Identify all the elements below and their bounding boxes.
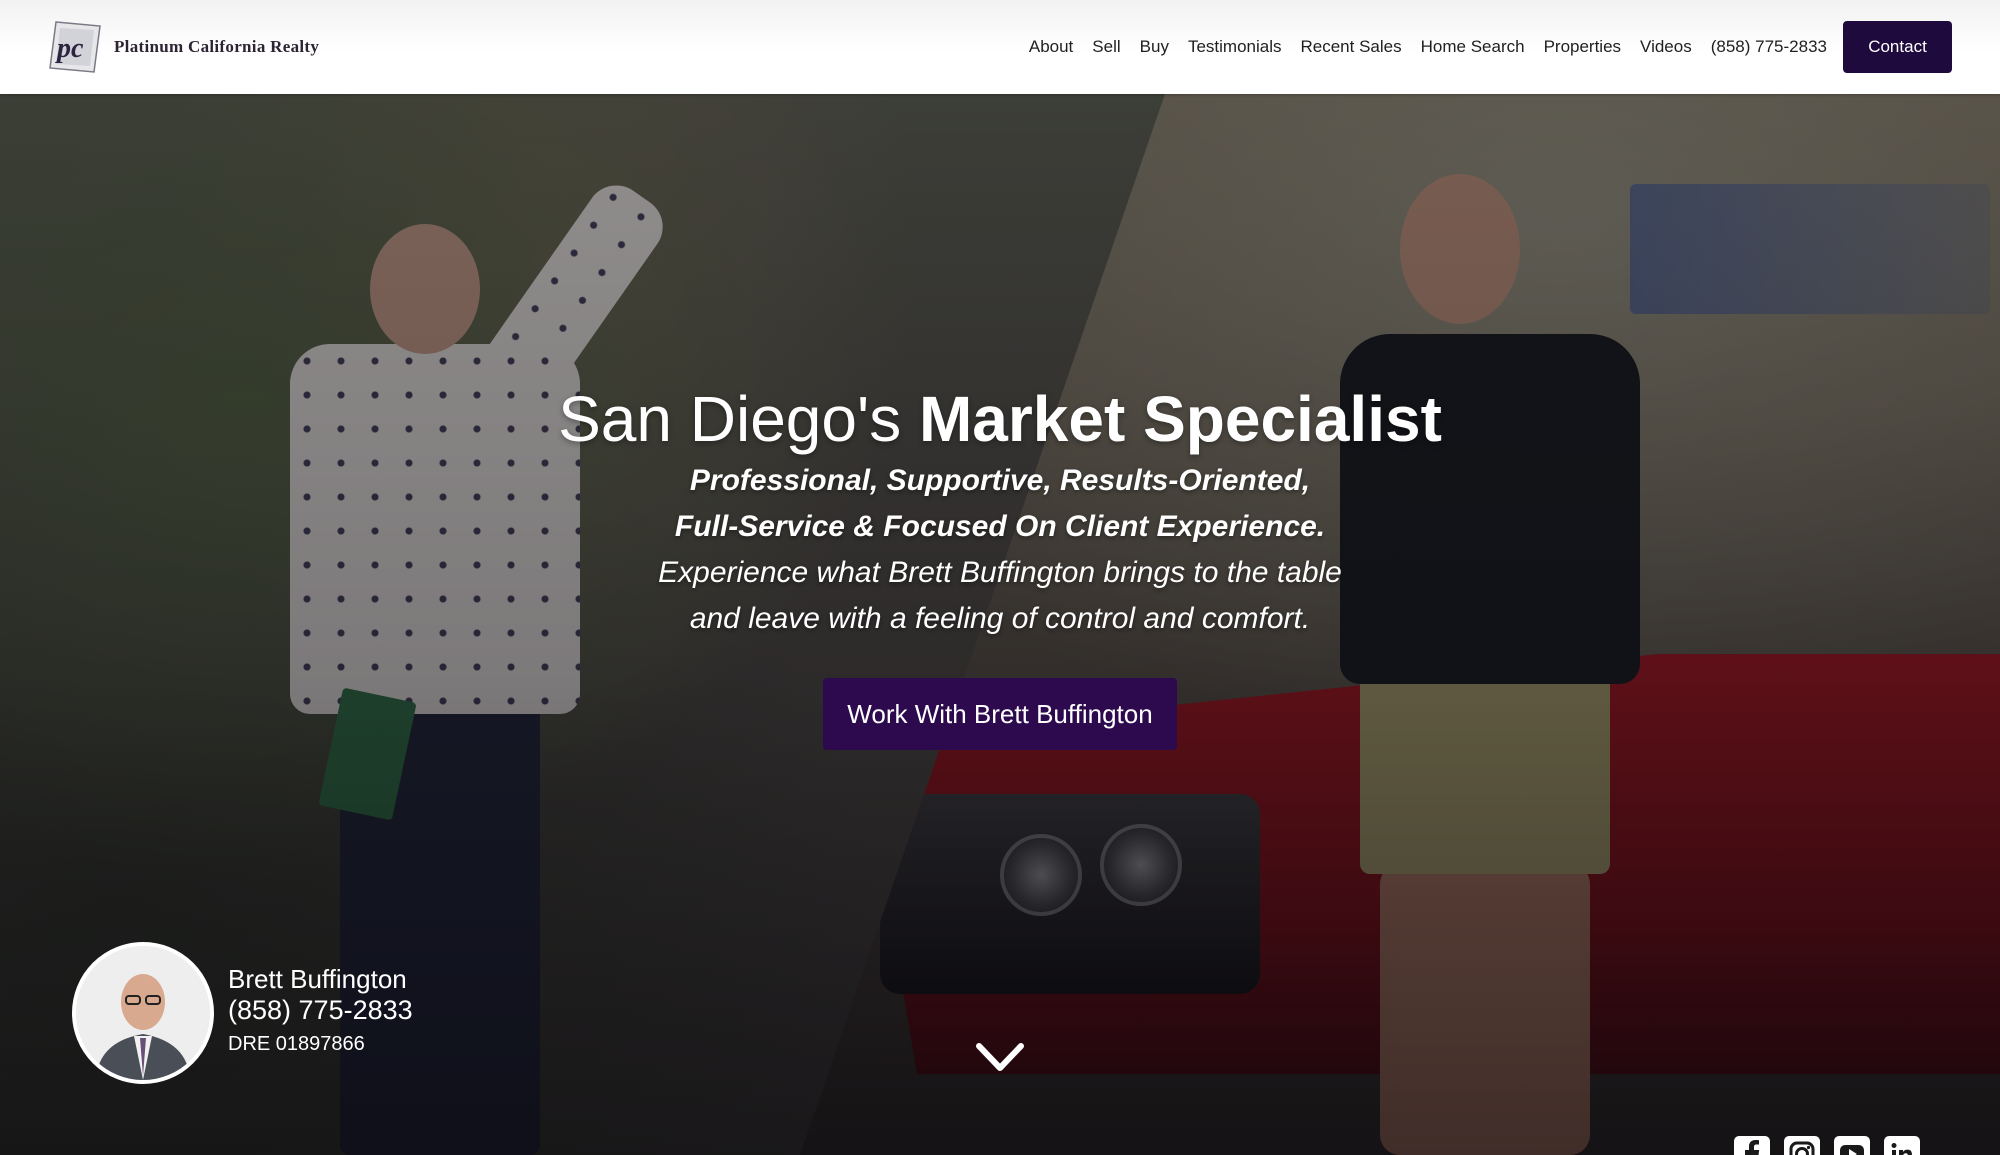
hero-body-line2: and leave with a feeling of control and …: [689, 602, 1311, 635]
work-with-agent-button[interactable]: Work With Brett Buffington: [823, 678, 1177, 750]
social-links: [1734, 1136, 1920, 1155]
hero-title-light: San Diego's: [558, 383, 919, 455]
linkedin-icon[interactable]: [1884, 1136, 1920, 1155]
agent-avatar[interactable]: [72, 942, 214, 1084]
nav-phone-link[interactable]: (858) 775-2833: [1711, 37, 1827, 57]
hero-subtitle-line2: Full-Service & Focused On Client Experie…: [674, 510, 1326, 543]
brand[interactable]: pc Platinum California Realty: [46, 18, 319, 76]
nav-testimonials[interactable]: Testimonials: [1188, 37, 1282, 57]
hero-body-line1: Experience what Brett Buffington brings …: [658, 556, 1342, 589]
nav-buy[interactable]: Buy: [1140, 37, 1169, 57]
site-header: pc Platinum California Realty About Sell…: [0, 0, 2000, 94]
hero-subtitle-line1: Professional, Supportive, Results-Orient…: [689, 464, 1311, 497]
nav-recent-sales[interactable]: Recent Sales: [1301, 37, 1402, 57]
hero-title: San Diego's Market Specialist: [0, 380, 2000, 458]
logo-icon: pc: [46, 18, 104, 76]
chevron-down-icon[interactable]: [975, 1042, 1025, 1074]
agent-phone[interactable]: (858) 775-2833: [228, 994, 413, 1026]
youtube-icon[interactable]: [1834, 1136, 1870, 1155]
nav-home-search[interactable]: Home Search: [1421, 37, 1525, 57]
hero-content: San Diego's Market Specialist Profession…: [0, 380, 2000, 750]
instagram-icon[interactable]: [1784, 1136, 1820, 1155]
agent-info: Brett Buffington (858) 775-2833 DRE 0189…: [228, 964, 413, 1062]
svg-text:pc: pc: [55, 33, 84, 64]
hero-section: San Diego's Market Specialist Profession…: [0, 94, 2000, 1155]
agent-dre: DRE 01897866: [228, 1033, 365, 1055]
contact-button[interactable]: Contact: [1843, 21, 1952, 73]
main-nav: About Sell Buy Testimonials Recent Sales…: [1010, 21, 1952, 73]
brand-name: Platinum California Realty: [114, 37, 320, 56]
agent-card: Brett Buffington (858) 775-2833 DRE 0189…: [72, 942, 413, 1084]
hero-title-bold: Market Specialist: [918, 383, 1442, 455]
nav-about[interactable]: About: [1029, 37, 1073, 57]
nav-sell[interactable]: Sell: [1092, 37, 1120, 57]
facebook-icon[interactable]: [1734, 1136, 1770, 1155]
nav-videos[interactable]: Videos: [1640, 37, 1692, 57]
agent-name: Brett Buffington: [228, 964, 407, 994]
nav-properties[interactable]: Properties: [1544, 37, 1621, 57]
